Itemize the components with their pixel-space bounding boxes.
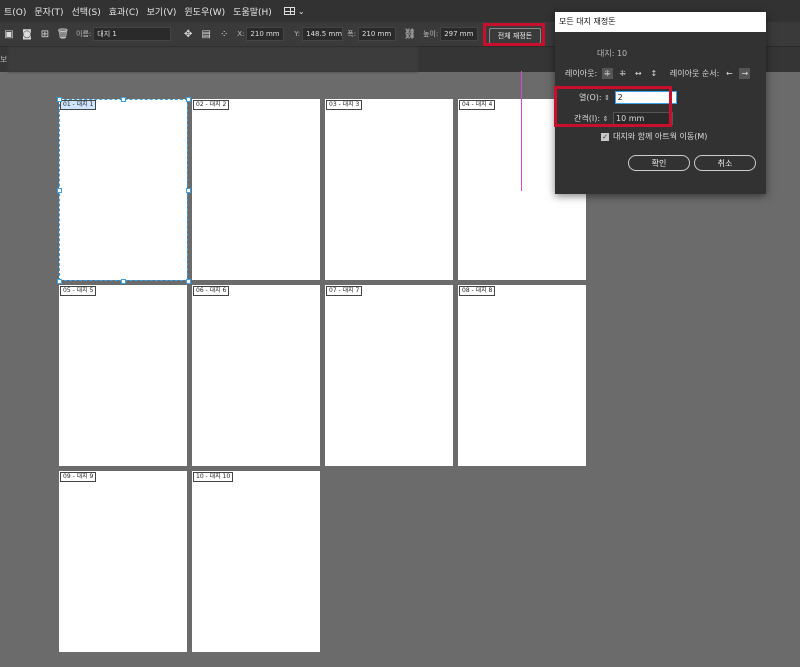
layout-order-label: 레이아웃 순서: <box>669 69 720 78</box>
artboard-label[interactable]: 02 - 대지 2 <box>193 100 230 110</box>
height-label: 높이: <box>422 30 439 38</box>
artboard-2[interactable]: 02 - 대지 2 <box>192 99 320 280</box>
width-field[interactable]: 210 mm <box>357 27 396 41</box>
artboard-9[interactable]: 09 - 대지 9 <box>59 471 187 652</box>
artboard-label[interactable]: 07 - 대지 7 <box>326 286 363 296</box>
artboard-5[interactable]: 05 - 대지 5 <box>59 285 187 466</box>
chevron-down-icon: ⌄ <box>297 6 305 16</box>
artboard-3[interactable]: 03 - 대지 3 <box>325 99 453 280</box>
rearrange-artboards-dialog: 모든 대지 재정돈 대지: 10 레이아웃: ⁜ ⁜ ↔ ↕ 레이아웃 순서: … <box>554 12 766 194</box>
artboard-selection-box <box>59 99 188 281</box>
artboard-8[interactable]: 08 - 대지 8 <box>458 285 586 466</box>
artboard-7[interactable]: 07 - 대지 7 <box>325 285 453 466</box>
resize-handle[interactable] <box>186 97 191 102</box>
delete-artboard-icon[interactable]: 🗑 <box>57 28 70 40</box>
grid-by-row-icon[interactable]: ⁜ <box>601 68 613 79</box>
resize-handle[interactable] <box>186 279 191 284</box>
arrow-right-icon[interactable]: → <box>739 68 751 79</box>
menu-select[interactable]: 선택(S) <box>67 5 104 18</box>
x-field[interactable]: 210 mm <box>246 27 285 41</box>
artboard-label[interactable]: 08 - 대지 8 <box>459 286 496 296</box>
save-artboard-icon[interactable]: ▣ <box>3 28 15 40</box>
y-field[interactable]: 148.5 mm <box>302 27 344 41</box>
height-field[interactable]: 297 mm <box>440 27 479 41</box>
resize-handle[interactable] <box>57 188 62 193</box>
artboard-label[interactable]: 09 - 대지 9 <box>60 472 97 482</box>
workspace-switcher[interactable]: ⌄ <box>283 6 305 16</box>
artboard-label[interactable]: 05 - 대지 5 <box>60 286 97 296</box>
artboard-label[interactable]: 10 - 대지 10 <box>193 472 234 482</box>
move-artwork-row[interactable]: ✓ 대지와 함께 아트웍 이동(M) <box>601 131 707 142</box>
y-label: Y: <box>294 30 301 38</box>
layout-label: 레이아웃: <box>565 69 598 78</box>
highlight-rearrange-button <box>483 23 545 46</box>
artboard-10[interactable]: 10 - 대지 10 <box>192 471 320 652</box>
artboard-6[interactable]: 06 - 대지 6 <box>192 285 320 466</box>
move-artwork-checkbox[interactable]: ✓ <box>601 132 609 141</box>
highlight-columns-spacing <box>554 86 672 127</box>
menu-effect[interactable]: 효과(C) <box>105 5 143 18</box>
move-with-artboard-icon[interactable]: ✥ <box>182 28 194 40</box>
menu-window[interactable]: 윈도우(W) <box>180 5 229 18</box>
constrain-proportions-icon[interactable]: ⛓ <box>404 28 417 40</box>
arrow-left-icon[interactable]: ← <box>724 68 735 79</box>
new-artboard-icon[interactable]: ⊞ <box>39 28 51 40</box>
document-tab[interactable] <box>8 47 418 72</box>
artboard-count: 대지: 10 <box>597 49 628 58</box>
artboard-save-icon[interactable]: ◙ <box>21 28 33 40</box>
menu-type[interactable]: 문자(T) <box>30 5 67 18</box>
resize-handle[interactable] <box>121 279 126 284</box>
dialog-title: 모든 대지 재정돈 <box>555 12 766 32</box>
reference-point-icon[interactable]: ⁘ <box>218 28 230 40</box>
arrange-by-column-icon[interactable]: ↕ <box>648 68 659 79</box>
menu-view[interactable]: 보기(V) <box>143 5 181 18</box>
workspace-grid-icon <box>283 7 295 15</box>
resize-handle[interactable] <box>57 97 62 102</box>
artboard-options-icon[interactable]: ▤ <box>200 28 212 40</box>
name-label: 이름: <box>76 30 92 38</box>
artboard-label[interactable]: 04 - 대지 4 <box>459 100 496 110</box>
guide-line <box>521 71 522 191</box>
arrange-by-row-icon[interactable]: ↔ <box>633 68 644 79</box>
grid-by-column-icon[interactable]: ⁜ <box>617 68 628 79</box>
resize-handle[interactable] <box>186 188 191 193</box>
cancel-button[interactable]: 취소 <box>694 155 756 171</box>
ok-button[interactable]: 확인 <box>628 155 690 171</box>
width-label: 폭: <box>347 30 356 38</box>
move-artwork-label: 대지와 함께 아트웍 이동(M) <box>613 132 708 141</box>
resize-handle[interactable] <box>121 97 126 102</box>
menu-object[interactable]: 트(O) <box>0 5 30 18</box>
artboard-label[interactable]: 03 - 대지 3 <box>326 100 363 110</box>
resize-handle[interactable] <box>57 279 62 284</box>
layout-row: 레이아웃: ⁜ ⁜ ↔ ↕ 레이아웃 순서: ← → <box>565 68 751 79</box>
artboard-label[interactable]: 06 - 대지 6 <box>193 286 230 296</box>
x-label: X: <box>237 30 245 38</box>
artboard-name-field[interactable]: 대지 1 <box>93 27 172 41</box>
document-tab-label: 보 <box>0 55 8 64</box>
menu-help[interactable]: 도움말(H) <box>229 5 276 18</box>
